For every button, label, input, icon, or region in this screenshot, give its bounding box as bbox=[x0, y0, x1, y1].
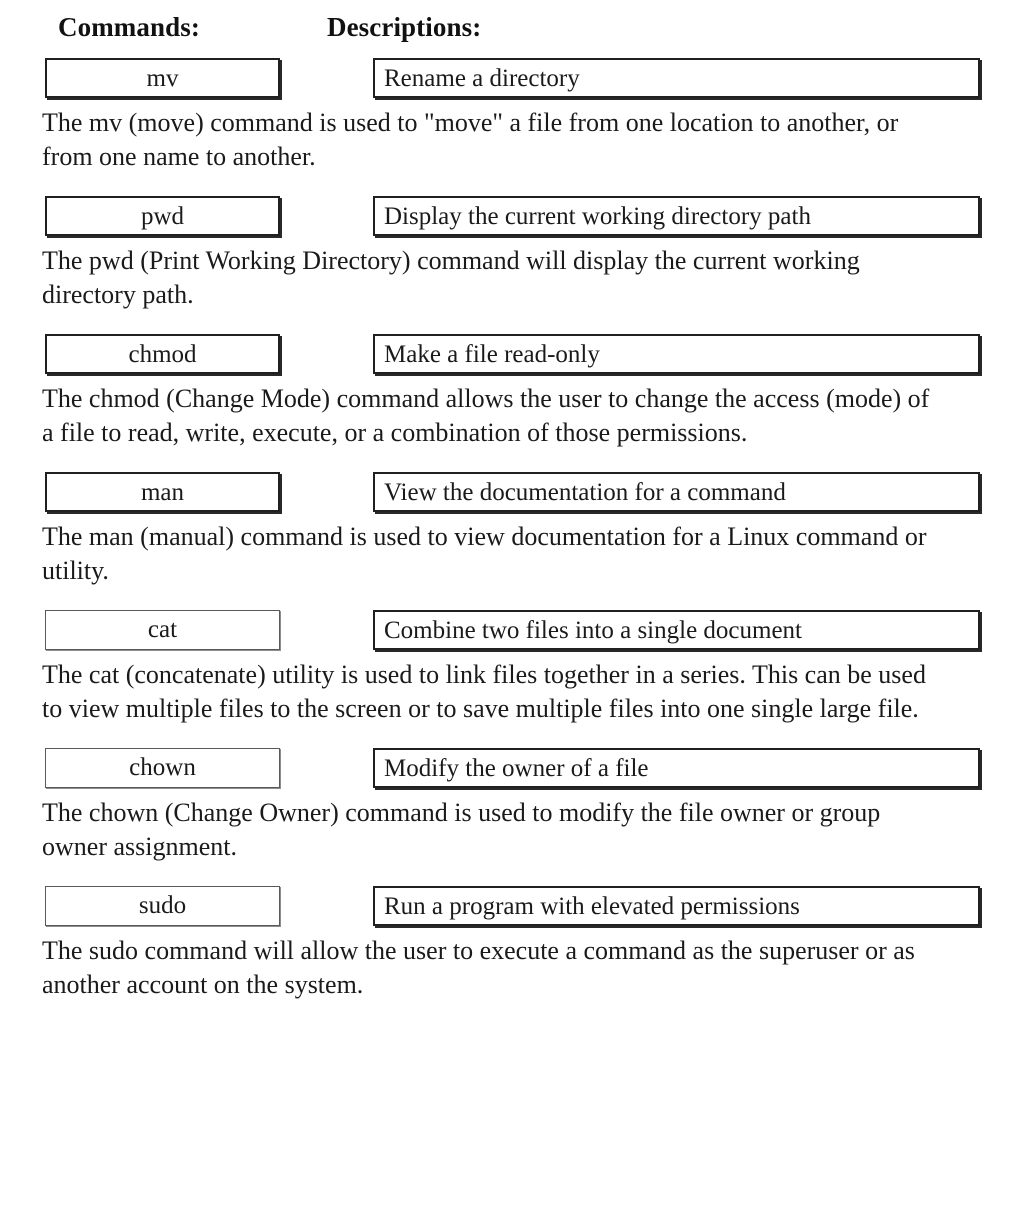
descriptions-column-header: Descriptions: bbox=[327, 12, 482, 42]
command-description-box[interactable]: Run a program with elevated permissions bbox=[373, 886, 980, 926]
entry-box-row: cat Combine two files into a single docum… bbox=[0, 610, 1012, 650]
entry-spacer bbox=[0, 726, 1012, 748]
command-entry: chmod Make a file read-only The chmod (Cha… bbox=[0, 334, 1012, 472]
command-name-box[interactable]: chmod bbox=[45, 334, 280, 374]
command-name-box[interactable]: pwd bbox=[45, 196, 280, 236]
command-entry: sudo Run a program with elevated permissi… bbox=[0, 886, 1012, 1024]
entries-list: mv Rename a directory The mv (move) comman… bbox=[0, 58, 1012, 1024]
command-explanation: The mv (move) command is used to "move" … bbox=[42, 108, 899, 171]
commands-column-header: Commands: bbox=[58, 12, 200, 42]
command-description-box[interactable]: Modify the owner of a file bbox=[373, 748, 980, 788]
command-description-box[interactable]: View the documentation for a command bbox=[373, 472, 980, 512]
entry-box-row: chown Modify the owner of a file bbox=[0, 748, 1012, 788]
command-explanation: The pwd (Print Working Directory) comman… bbox=[42, 246, 860, 309]
command-description-box[interactable]: Rename a directory bbox=[373, 58, 980, 98]
command-explanation: The cat (concatenate) utility is used to… bbox=[42, 660, 926, 723]
entry-spacer bbox=[0, 864, 1012, 886]
entry-box-row: sudo Run a program with elevated permissi… bbox=[0, 886, 1012, 926]
entry-spacer bbox=[0, 174, 1012, 196]
command-entry: pwd Display the current working directory… bbox=[0, 196, 1012, 334]
entry-spacer bbox=[0, 1002, 1012, 1024]
command-name-box[interactable]: mv bbox=[45, 58, 280, 98]
command-entry: cat Combine two files into a single docum… bbox=[0, 610, 1012, 748]
command-explanation: The sudo command will allow the user to … bbox=[42, 936, 915, 999]
entry-spacer bbox=[0, 312, 1012, 334]
command-description-box[interactable]: Display the current working directory pa… bbox=[373, 196, 980, 236]
command-description-box[interactable]: Make a file read-only bbox=[373, 334, 980, 374]
command-explanation: The chmod (Change Mode) command allows t… bbox=[42, 384, 930, 447]
command-name-box[interactable]: chown bbox=[45, 748, 280, 788]
column-headers: Commands: Descriptions: bbox=[0, 0, 1012, 58]
entry-box-row: chmod Make a file read-only bbox=[0, 334, 1012, 374]
command-explanation: The chown (Change Owner) command is used… bbox=[42, 798, 881, 861]
entry-box-row: pwd Display the current working directory… bbox=[0, 196, 1012, 236]
command-name-box[interactable]: sudo bbox=[45, 886, 280, 926]
entry-box-row: man View the documentation for a command bbox=[0, 472, 1012, 512]
entry-box-row: mv Rename a directory bbox=[0, 58, 1012, 98]
command-entry: chown Modify the owner of a file The chown… bbox=[0, 748, 1012, 886]
command-explanation: The man (manual) command is used to view… bbox=[42, 522, 927, 585]
command-name-box[interactable]: man bbox=[45, 472, 280, 512]
entry-spacer bbox=[0, 450, 1012, 472]
entry-spacer bbox=[0, 588, 1012, 610]
command-name-box[interactable]: cat bbox=[45, 610, 280, 650]
command-reference-page: Commands: Descriptions: mv Rename a direc… bbox=[0, 0, 1012, 1230]
command-entry: mv Rename a directory The mv (move) comman… bbox=[0, 58, 1012, 196]
command-description-box[interactable]: Combine two files into a single document bbox=[373, 610, 980, 650]
command-entry: man View the documentation for a command T… bbox=[0, 472, 1012, 610]
